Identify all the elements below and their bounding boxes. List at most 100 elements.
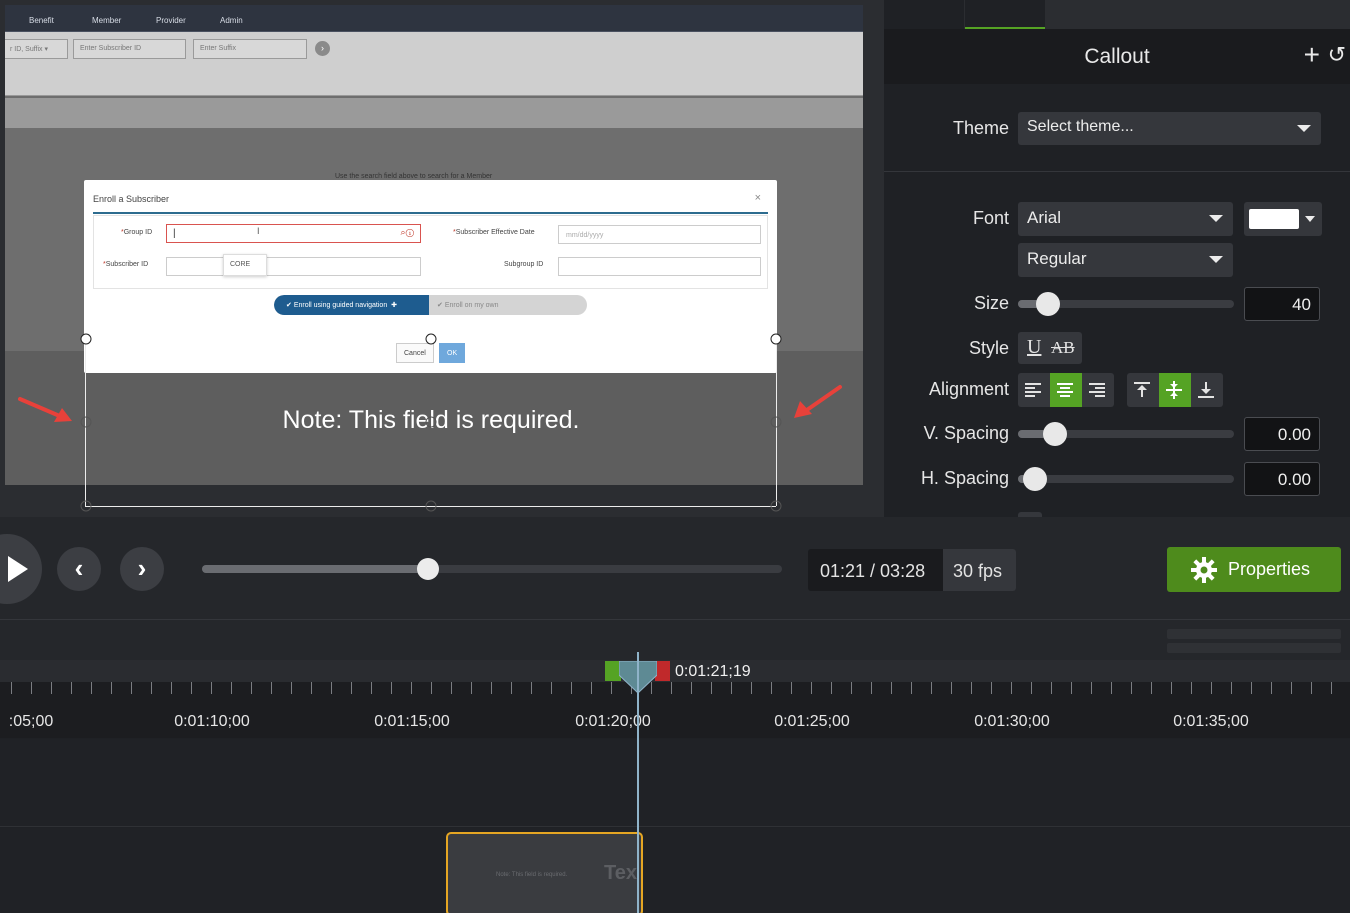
play-button[interactable] (0, 534, 42, 604)
preview-app-nav: Benefit Member Provider Admin (5, 5, 863, 32)
chevron-down-icon (1209, 215, 1223, 222)
ruler-tick (931, 682, 932, 694)
ruler-tick (291, 682, 292, 694)
fps-display[interactable]: 30 fps (943, 549, 1016, 591)
style-buttons: U AB (1018, 332, 1082, 364)
scrub-bar[interactable] (202, 558, 782, 580)
ruler-tick (791, 682, 792, 694)
size-slider-knob[interactable] (1036, 292, 1060, 316)
scrub-fill (202, 565, 428, 573)
ruler-tick (471, 682, 472, 694)
ruler-tick (1251, 682, 1252, 694)
h-spacing-slider[interactable] (1018, 467, 1234, 491)
ruler-tick (1291, 682, 1292, 694)
timeline-ruler[interactable]: :05;00 0:01:10;00 0:01:15;00 0:01:20;00 … (0, 660, 1350, 738)
camtasia-editor: Benefit Member Provider Admin r ID, Suff… (0, 0, 1350, 913)
reset-icon[interactable]: ↺ (1328, 41, 1346, 69)
tab-text[interactable] (965, 0, 1045, 29)
resize-handle-bl[interactable] (80, 500, 92, 512)
align-left-icon[interactable] (1018, 373, 1050, 407)
rotate-handle[interactable] (425, 416, 437, 428)
align-top-icon[interactable] (1127, 373, 1159, 407)
track-2[interactable] (0, 828, 1350, 913)
track-1[interactable] (0, 739, 1350, 827)
next-frame-button[interactable]: › (120, 547, 164, 591)
ruler-tick (311, 682, 312, 694)
h-spacing-input[interactable]: 0.00 (1244, 462, 1320, 496)
timeline-toolbar (0, 619, 1350, 660)
resize-handle-tl[interactable] (80, 333, 92, 345)
ruler-tick (511, 682, 512, 694)
size-slider[interactable] (1018, 292, 1234, 316)
ruler-tick (971, 682, 972, 694)
alignment-label: Alignment (928, 379, 1009, 399)
tick-label: 0:01:30;00 (974, 713, 1050, 730)
ruler-tick (1311, 682, 1312, 694)
font-weight-select[interactable]: Regular (1018, 243, 1233, 277)
theme-select[interactable]: Select theme... (1018, 112, 1321, 145)
v-spacing-input[interactable]: 0.00 (1244, 417, 1320, 451)
v-spacing-slider[interactable] (1018, 422, 1234, 446)
chevron-down-icon (1209, 256, 1223, 263)
ruler-tick (951, 682, 952, 694)
ruler-tick (331, 682, 332, 694)
v-spacing-label: V. Spacing (923, 423, 1009, 443)
ruler-tick (71, 682, 72, 694)
playhead-out-marker[interactable] (655, 661, 670, 681)
resize-handle-tr[interactable] (770, 333, 782, 345)
ruler-tick (411, 682, 412, 694)
resize-handle-l[interactable] (80, 416, 92, 428)
strikethrough-icon[interactable]: AB (1051, 338, 1075, 358)
modal-close-icon: × (754, 192, 761, 204)
modal-rule (93, 212, 768, 214)
resize-handle-t[interactable] (425, 333, 437, 345)
subgroup-id-input (558, 257, 761, 276)
properties-button[interactable]: Properties (1167, 547, 1341, 592)
time-display: 01:21 / 03:28 30 fps (808, 549, 1016, 591)
previous-frame-button[interactable]: ‹ (57, 547, 101, 591)
resize-handle-br[interactable] (770, 500, 782, 512)
ruler-tick (251, 682, 252, 694)
align-middle-icon[interactable] (1159, 373, 1191, 407)
preview-go-icon: › (315, 41, 330, 56)
preview-suffix-input: Enter Suffix (193, 39, 307, 59)
font-color-picker[interactable] (1244, 202, 1322, 236)
h-spacing-slider-knob[interactable] (1023, 467, 1047, 491)
scrub-knob[interactable] (417, 558, 439, 580)
underline-icon[interactable]: U (1027, 336, 1041, 359)
ruler-tick (171, 682, 172, 694)
font-select[interactable]: Arial (1018, 202, 1233, 236)
ruler-tick (1091, 682, 1092, 694)
panel-divider (884, 171, 1350, 172)
ruler-tick (1191, 682, 1192, 694)
v-spacing-slider-knob[interactable] (1043, 422, 1067, 446)
ruler-tick (1271, 682, 1272, 694)
modal-cancel-button: Cancel (396, 343, 434, 363)
ruler-tick (811, 682, 812, 694)
ruler-tick (1211, 682, 1212, 694)
callout-clip[interactable]: Note: This field is required. Tex (446, 832, 643, 913)
chevron-down-icon (1297, 125, 1311, 132)
canvas-area: Benefit Member Provider Admin r ID, Suff… (0, 0, 884, 517)
align-bottom-icon[interactable] (1191, 373, 1223, 407)
timeline-scroll-bar[interactable] (1167, 643, 1341, 653)
timeline: :05;00 0:01:10;00 0:01:15;00 0:01:20;00 … (0, 619, 1350, 913)
timeline-zoom-bar[interactable] (1167, 629, 1341, 639)
preview-nav-benefit: Benefit (29, 16, 54, 25)
h-spacing-label: H. Spacing (920, 468, 1009, 488)
tick-label: 0:01:10;00 (174, 713, 250, 730)
chevron-down-icon (1305, 216, 1315, 222)
ruler-tick (371, 682, 372, 694)
align-right-icon[interactable] (1082, 373, 1114, 407)
resize-handle-r[interactable] (770, 416, 782, 428)
align-center-icon[interactable] (1050, 373, 1082, 407)
effective-date-label: *Subscriber Effective Date (453, 229, 535, 236)
font-label: Font (972, 208, 1009, 228)
resize-handle-b[interactable] (425, 500, 437, 512)
ruler-tick (431, 682, 432, 694)
time-readout: 01:21 / 03:28 (820, 561, 926, 581)
size-input[interactable]: 40 (1244, 287, 1320, 321)
add-preset-icon[interactable]: + (1304, 41, 1320, 69)
horizontal-align-group (1018, 373, 1114, 407)
tab-visual[interactable] (884, 0, 964, 29)
